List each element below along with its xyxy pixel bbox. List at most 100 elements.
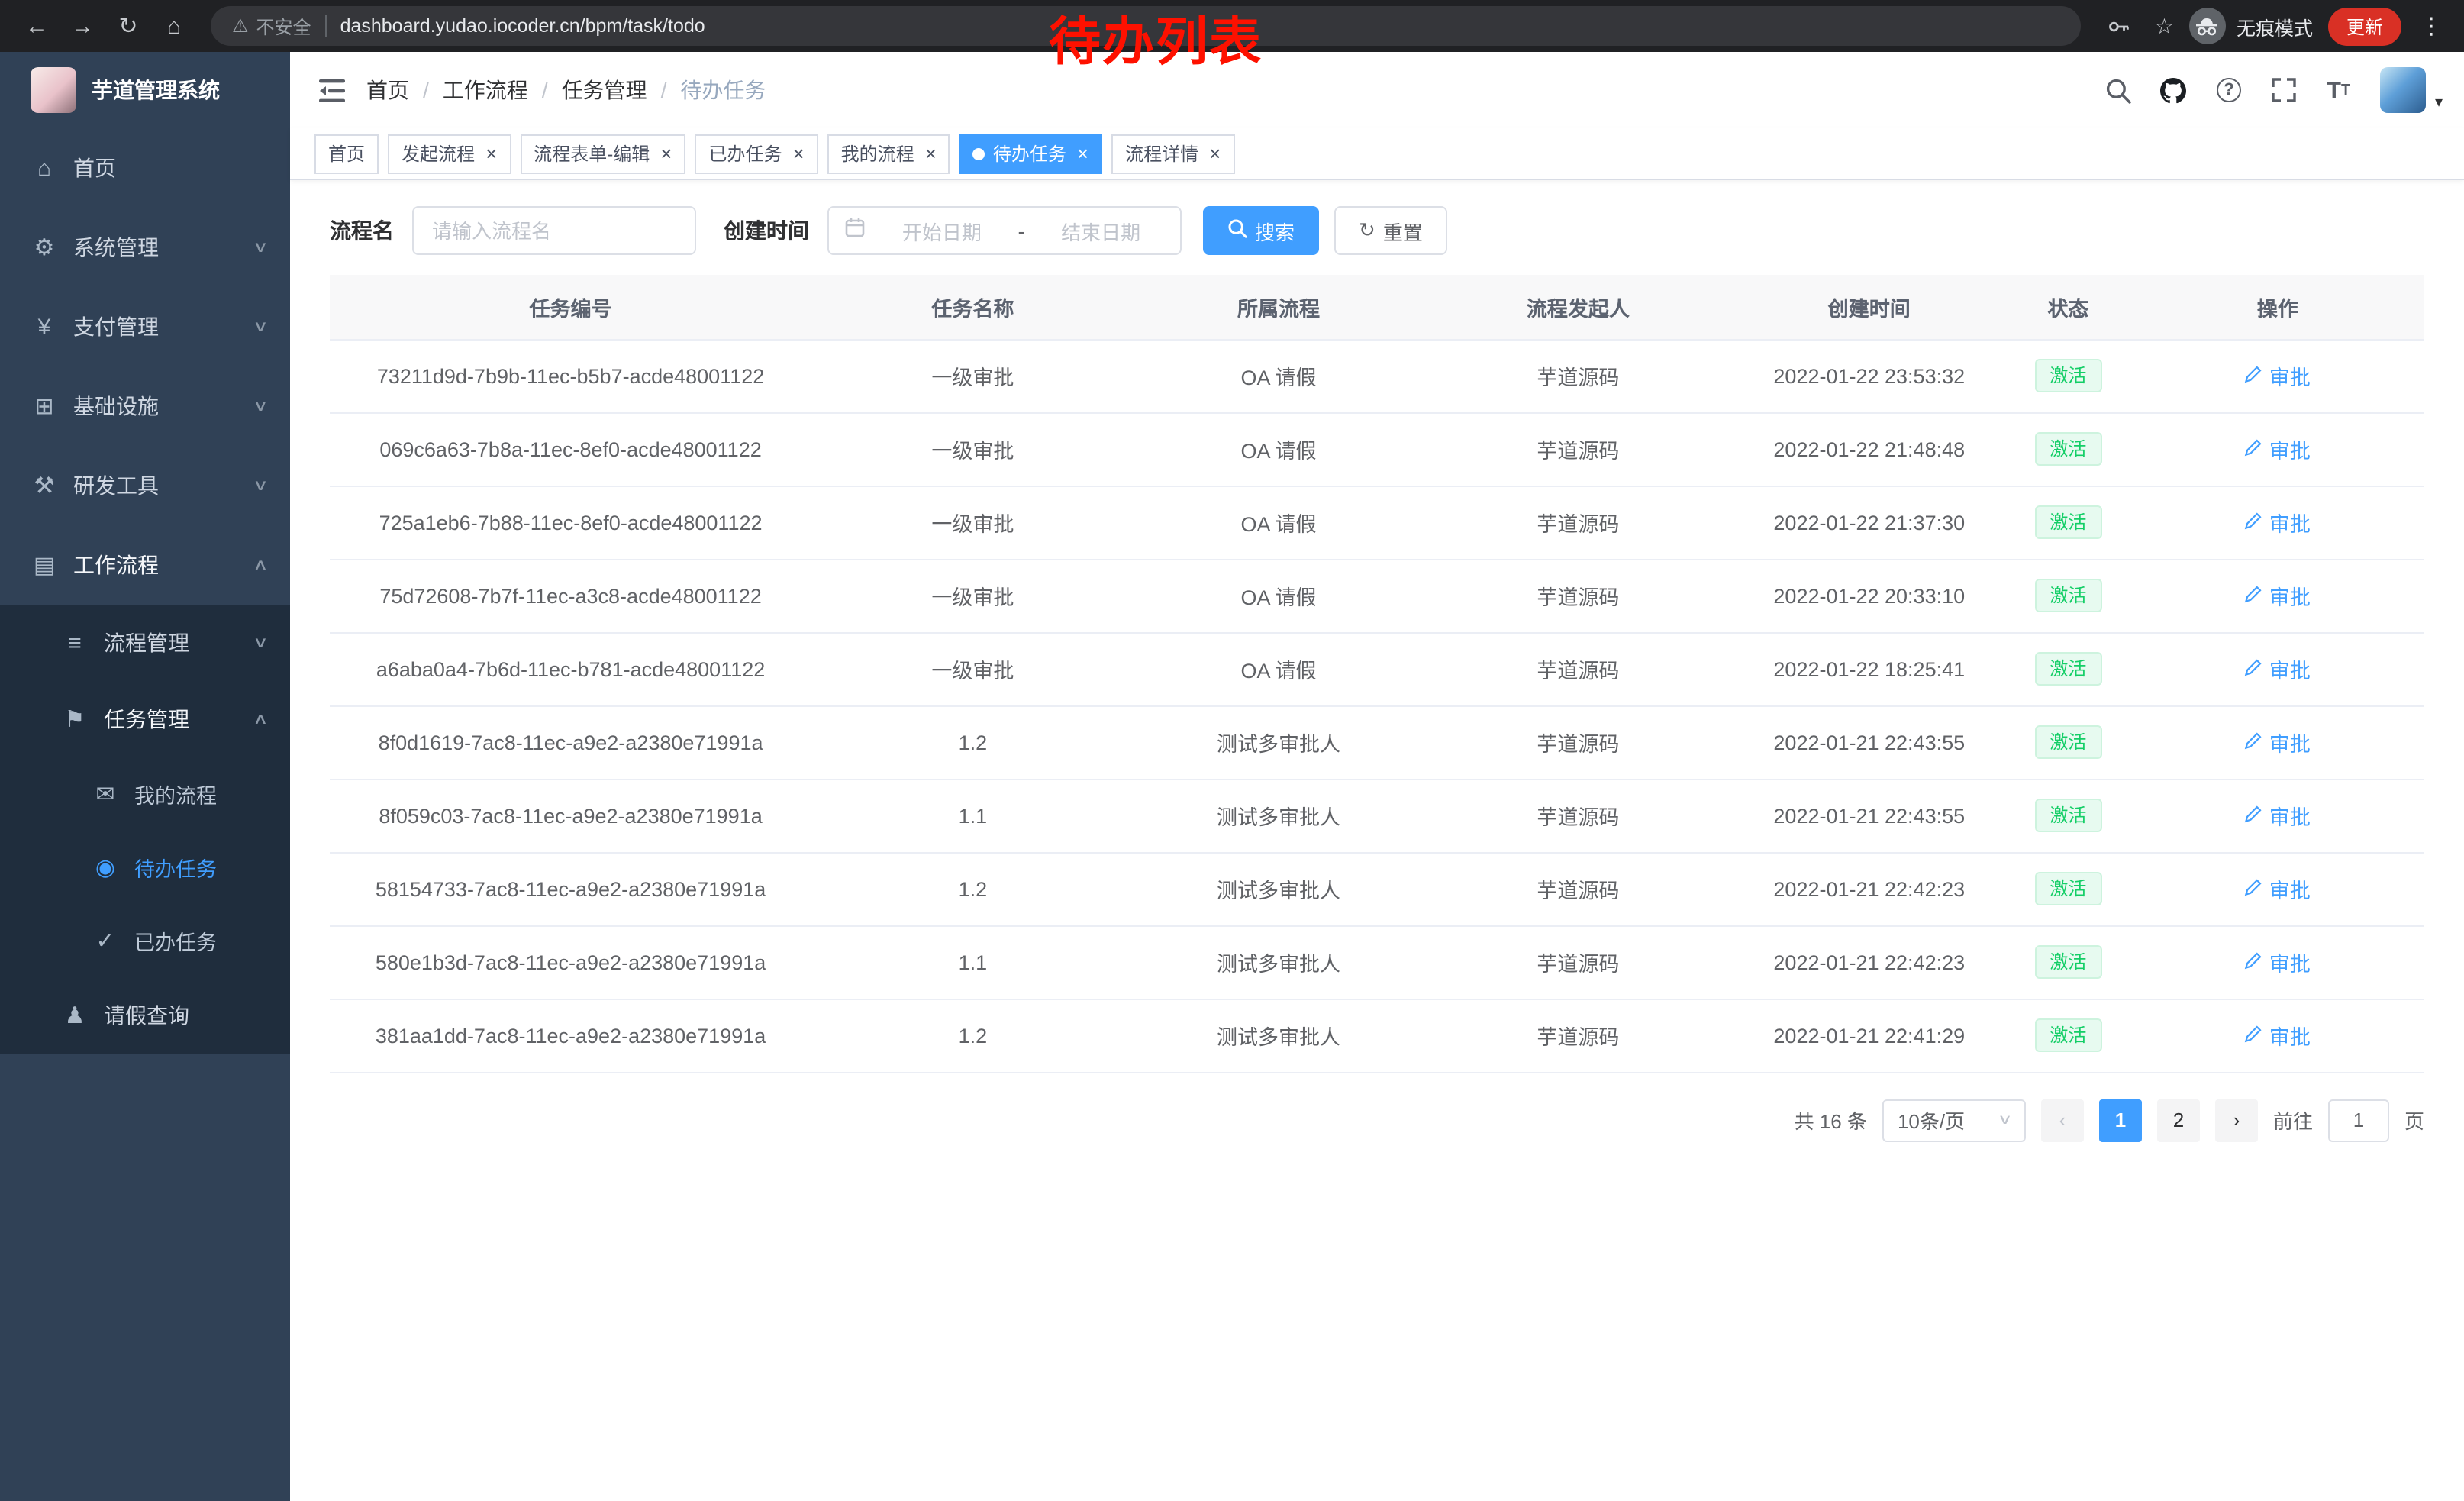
tab[interactable]: 首页 <box>314 134 379 173</box>
breadcrumb-item[interactable]: 任务管理 <box>562 75 647 105</box>
chevron-down-icon: ∨ <box>252 477 268 494</box>
menu-item-label: 我的流程 <box>134 779 266 809</box>
sidebar-menu-item[interactable]: ◉ 待办任务 <box>0 831 290 904</box>
github-icon[interactable] <box>2148 64 2200 116</box>
cell-task-id: 069c6a63-7b8a-11ec-8ef0-acde48001122 <box>330 412 811 486</box>
tab-label: 我的流程 <box>841 140 914 166</box>
tab[interactable]: 已办任务 × <box>695 134 818 173</box>
end-date-placeholder: 结束日期 <box>1037 216 1165 245</box>
breadcrumb-item[interactable]: 待办任务 <box>680 75 766 105</box>
table-row: 725a1eb6-7b88-11ec-8ef0-acde48001122 一级审… <box>330 486 2424 559</box>
chevron-down-icon: ∨ <box>1998 1112 2013 1128</box>
approve-link[interactable]: 审批 <box>2245 947 2311 977</box>
cell-task-name: 一级审批 <box>811 486 1134 559</box>
tool-icon: ⚒ <box>31 472 58 499</box>
tab-label: 已办任务 <box>708 140 782 166</box>
approve-link[interactable]: 审批 <box>2245 654 2311 684</box>
key-icon[interactable] <box>2097 5 2140 47</box>
help-icon[interactable]: ? <box>2203 64 2255 116</box>
approve-link[interactable]: 审批 <box>2245 580 2311 611</box>
hamburger-icon[interactable] <box>305 64 357 116</box>
edit-icon <box>2245 437 2263 460</box>
page-number-button[interactable]: 2 <box>2157 1099 2200 1141</box>
search-button[interactable]: 搜索 <box>1203 206 1319 255</box>
date-range-picker[interactable]: 开始日期 - 结束日期 <box>827 206 1182 255</box>
annotation-text: 待办列表 <box>1049 17 1263 69</box>
fullscreen-icon[interactable] <box>2258 64 2310 116</box>
approve-link[interactable]: 审批 <box>2245 873 2311 904</box>
sidebar-menu-item[interactable]: ✉ 我的流程 <box>0 757 290 831</box>
process-name-input[interactable] <box>412 206 696 255</box>
breadcrumb-item[interactable]: 工作流程 <box>443 75 528 105</box>
chevron-down-icon: ∨ <box>252 318 268 335</box>
menu-item-label: 研发工具 <box>73 470 254 501</box>
status-badge: 激活 <box>2034 725 2101 759</box>
done-icon: ✓ <box>92 927 119 954</box>
chevron-down-icon[interactable]: ▾ <box>2435 94 2443 111</box>
back-icon[interactable]: ← <box>15 5 58 47</box>
sidebar-menu-item[interactable]: ≡ 流程管理 ∨ <box>0 605 290 681</box>
cell-created: 2022-01-22 20:33:10 <box>1733 559 2005 632</box>
tab[interactable]: 流程表单-编辑 × <box>520 134 685 173</box>
goto-suffix: 页 <box>2404 1106 2424 1135</box>
tab[interactable]: 待办任务 × <box>959 134 1102 173</box>
reset-button[interactable]: ↻ 重置 <box>1334 206 1447 255</box>
cell-task-name: 1.2 <box>811 999 1134 1072</box>
tab[interactable]: 发起流程 × <box>388 134 511 173</box>
search-icon[interactable] <box>2093 64 2145 116</box>
bookmark-star-icon[interactable]: ☆ <box>2155 13 2174 39</box>
approve-link[interactable]: 审批 <box>2245 727 2311 757</box>
page-number-button[interactable]: 1 <box>2099 1099 2142 1141</box>
sidebar-menu-item[interactable]: ✓ 已办任务 <box>0 904 290 977</box>
sidebar-menu-item[interactable]: ▤ 工作流程 ∧ <box>0 525 290 605</box>
total-count: 共 16 条 <box>1795 1106 1867 1135</box>
tab-label: 流程详情 <box>1125 140 1198 166</box>
prev-page-button[interactable]: ‹ <box>2041 1099 2084 1141</box>
cell-process: 测试多审批人 <box>1134 779 1424 852</box>
close-icon[interactable]: × <box>792 144 804 163</box>
breadcrumb-item[interactable]: 首页 <box>366 75 409 105</box>
close-icon[interactable]: × <box>1209 144 1221 163</box>
menu-item-label: 支付管理 <box>73 311 254 342</box>
edit-icon <box>2245 731 2263 754</box>
menu-item-label: 基础设施 <box>73 391 254 421</box>
next-page-button[interactable]: › <box>2215 1099 2258 1141</box>
tab[interactable]: 我的流程 × <box>827 134 950 173</box>
avatar[interactable] <box>2380 67 2426 113</box>
browser-menu-icon[interactable]: ⋮ <box>2417 12 2446 40</box>
font-size-icon[interactable]: TT <box>2313 64 2365 116</box>
goto-page-input[interactable] <box>2328 1099 2389 1141</box>
approve-link[interactable]: 审批 <box>2245 360 2311 391</box>
address-divider <box>325 15 327 37</box>
chevron-down-icon: ∨ <box>252 634 268 651</box>
status-badge: 激活 <box>2034 872 2101 905</box>
home-icon[interactable]: ⌂ <box>153 5 195 47</box>
tab[interactable]: 流程详情 × <box>1111 134 1234 173</box>
forward-icon[interactable]: → <box>61 5 104 47</box>
yen-icon: ¥ <box>31 314 58 340</box>
update-button[interactable]: 更新 <box>2328 7 2401 45</box>
sidebar-menu-item[interactable]: ⊞ 基础设施 ∨ <box>0 366 290 446</box>
close-icon[interactable]: × <box>660 144 672 163</box>
sidebar-menu-item[interactable]: ⚒ 研发工具 ∨ <box>0 446 290 525</box>
close-icon[interactable]: × <box>1077 144 1088 163</box>
close-icon[interactable]: × <box>925 144 937 163</box>
sidebar-menu-item[interactable]: ♟ 请假查询 <box>0 977 290 1054</box>
cell-task-id: 8f059c03-7ac8-11ec-a9e2-a2380e71991a <box>330 779 811 852</box>
close-icon[interactable]: × <box>485 144 497 163</box>
approve-link[interactable]: 审批 <box>2245 507 2311 537</box>
sidebar-menu-item[interactable]: ¥ 支付管理 ∨ <box>0 287 290 366</box>
sidebar-menu-item[interactable]: ⌂ 首页 <box>0 128 290 208</box>
approve-link[interactable]: 审批 <box>2245 1020 2311 1051</box>
dashboard-icon: ⌂ <box>31 155 58 181</box>
column-header: 状态 <box>2005 275 2131 339</box>
cell-task-id: a6aba0a4-7b6d-11ec-b781-acde48001122 <box>330 632 811 705</box>
page-size-select[interactable]: 10条/页 ∨ <box>1882 1099 2026 1141</box>
reload-icon[interactable]: ↻ <box>107 5 150 47</box>
sidebar-menu-item[interactable]: ⚑ 任务管理 ∧ <box>0 681 290 757</box>
menu-item-label: 请假查询 <box>104 1000 266 1031</box>
sidebar-menu-item[interactable]: ⚙ 系统管理 ∨ <box>0 208 290 287</box>
approve-link[interactable]: 审批 <box>2245 800 2311 831</box>
approve-link[interactable]: 审批 <box>2245 434 2311 464</box>
workflow-icon: ▤ <box>31 551 58 579</box>
